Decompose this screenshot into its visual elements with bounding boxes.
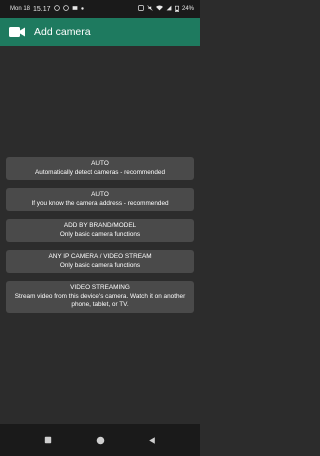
page-title: Add camera bbox=[34, 26, 91, 38]
back-button[interactable] bbox=[147, 435, 157, 445]
nfc-icon bbox=[138, 5, 144, 13]
signal-icon bbox=[166, 5, 172, 13]
home-button[interactable] bbox=[95, 435, 105, 445]
recents-button[interactable] bbox=[43, 435, 53, 445]
system-nav-bar bbox=[0, 424, 200, 456]
video-camera-icon bbox=[8, 23, 26, 41]
battery-icon bbox=[174, 5, 179, 14]
option-auto-detect-button[interactable]: AUTO Automatically detect cameras - reco… bbox=[6, 157, 194, 180]
gallery-icon bbox=[72, 5, 78, 13]
whatsapp-icon-2 bbox=[62, 5, 69, 13]
status-left: Mon 18 15.17 bbox=[10, 5, 84, 13]
option-subtitle: Only basic camera functions bbox=[59, 230, 141, 238]
option-subtitle: Automatically detect cameras - recommend… bbox=[35, 168, 165, 176]
option-title: ANY IP CAMERA / VIDEO STREAM bbox=[48, 253, 152, 260]
dot-icon bbox=[80, 6, 84, 12]
add-camera-options: AUTO Automatically detect cameras - reco… bbox=[6, 157, 194, 313]
option-brand-model-button[interactable]: ADD BY BRAND/MODEL Only basic camera fun… bbox=[6, 219, 194, 242]
option-subtitle: Stream video from this device's camera. … bbox=[14, 292, 186, 309]
mute-icon bbox=[147, 5, 153, 13]
status-date: Mon 18 bbox=[10, 6, 31, 12]
app-bar: Add camera bbox=[0, 18, 200, 46]
option-title: AUTO bbox=[91, 160, 109, 167]
back-icon bbox=[149, 436, 155, 444]
option-title: VIDEO STREAMING bbox=[70, 284, 130, 291]
battery-percent: 24% bbox=[181, 6, 194, 12]
option-title: ADD BY BRAND/MODEL bbox=[63, 222, 137, 229]
home-icon bbox=[96, 436, 104, 444]
recents-icon bbox=[44, 436, 52, 444]
option-subtitle: If you know the camera address - recomme… bbox=[31, 199, 169, 207]
status-time: 15.17 bbox=[33, 5, 51, 13]
whatsapp-icon bbox=[53, 5, 60, 13]
status-bar: Mon 18 15.17 24% bbox=[0, 0, 200, 18]
option-auto-address-button[interactable]: AUTO If you know the camera address - re… bbox=[6, 188, 194, 211]
status-right: 24% bbox=[138, 5, 194, 14]
option-video-streaming-button[interactable]: VIDEO STREAMING Stream video from this d… bbox=[6, 281, 194, 313]
option-ip-camera-button[interactable]: ANY IP CAMERA / VIDEO STREAM Only basic … bbox=[6, 250, 194, 273]
option-subtitle: Only basic camera functions bbox=[59, 261, 141, 269]
option-title: AUTO bbox=[91, 191, 109, 198]
wifi-icon bbox=[155, 5, 163, 13]
